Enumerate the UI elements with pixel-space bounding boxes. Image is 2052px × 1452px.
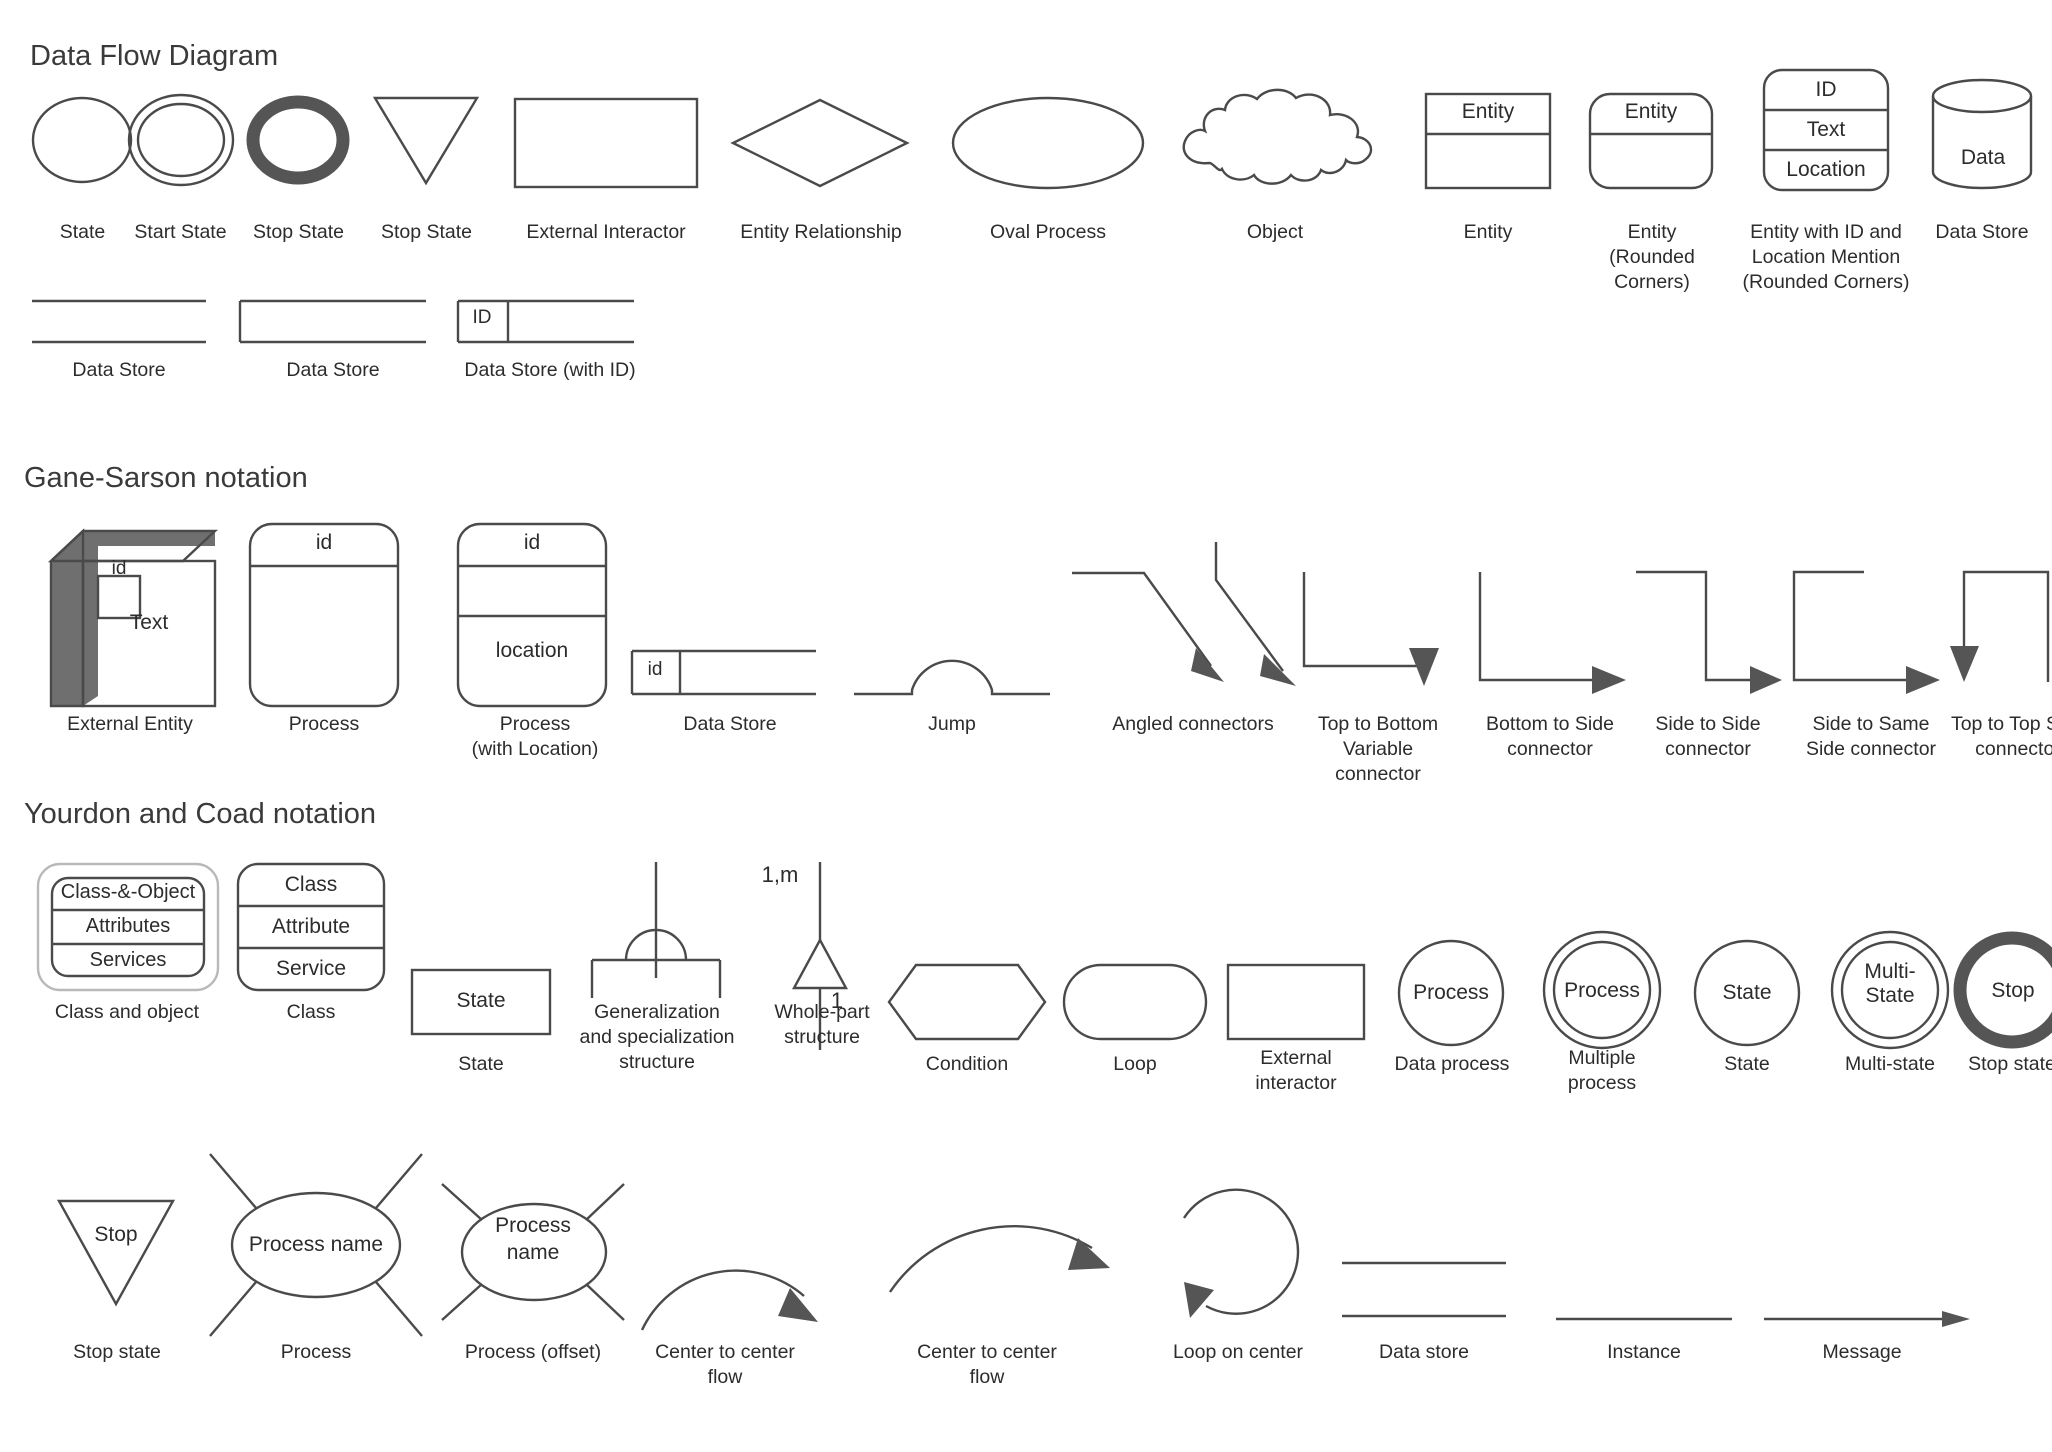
caption-oval-process: Oval Process [990,221,1106,243]
caption-bottom-to-side: Bottom to Side connector [1486,713,1614,760]
caption-angled-connectors: Angled connectors [1112,713,1274,735]
shape-stop-state-triangle [372,95,480,187]
caption-stop-state-thick: Stop State [252,221,345,243]
shape-entity-box [1424,92,1552,190]
caption-object: Object [1246,221,1304,243]
caption-instance: Instance [1607,1341,1681,1363]
caption-entity-relationship: Entity Relationship [740,221,902,243]
caption-data-store-with-id: Data Store (with ID) [464,359,636,381]
shape-gane-process-location [456,522,608,708]
shape-side-to-side [1632,570,1784,694]
caption-top-to-bottom-variable: Top to Bottom Variable connector [1317,713,1439,785]
caption-condition: Condition [925,1053,1009,1075]
shape-data-store-open-rect [238,298,428,346]
caption-whole-part: Whole-part structure [774,1001,870,1048]
shape-data-process-circle [1396,938,1506,1048]
shape-entity-box-rounded [1588,92,1714,190]
caption-data-store-lines: Data Store [72,359,166,381]
shape-object-cloud [1172,85,1382,190]
shape-jump [852,640,1052,698]
caption-class-and-object: Class and object [54,1001,200,1023]
caption-multi-state: Multi-state [1845,1053,1935,1075]
shape-process-star-offset [438,1180,628,1330]
caption-loop: Loop [1113,1053,1157,1075]
shape-class-and-object [36,862,220,992]
shape-cylinder-data-store [1930,78,2036,190]
shape-top-to-bottom-variable [1300,570,1450,690]
section-title-data-flow-diagram: Data Flow Diagram [30,40,279,72]
caption-process-offset: Process (offset) [464,1341,602,1363]
shape-angled-connectors [1068,540,1298,690]
shape-side-to-same-side [1790,570,1942,694]
shape-gane-data-store [630,648,818,698]
shape-stop-state-thick-ring [1950,930,2052,1052]
caption-gane-process-location: Process (with Location) [471,713,599,760]
shape-condition-hexagon [886,962,1048,1042]
shape-whole-part [778,860,858,1050]
caption-external-entity: External Entity [67,713,193,735]
shape-start-state-double-ellipse [126,92,236,188]
shape-top-to-top-side [1948,570,2052,690]
caption-side-to-side: Side to Side connector [1655,713,1761,760]
caption-entity-id-location: Entity with ID and Location Mention (Rou… [1742,221,1910,293]
shape-data-store-two-lines [30,298,208,346]
shape-stop-triangle [56,1198,176,1308]
shape-class-box [236,862,386,992]
caption-center-to-center-large: Center to center flow [917,1341,1057,1388]
caption-external-interactor: External Interactor [526,221,686,243]
caption-data-store-cylinder: Data Store [1935,221,2029,243]
shape-bottom-to-side [1476,570,1628,694]
section-title-yourdon-coad: Yourdon and Coad notation [24,798,377,830]
caption-state-rect: State [458,1053,504,1075]
shape-data-store-with-id [456,298,636,346]
caption-data-store-open-rect: Data Store [286,359,380,381]
shape-stop-state-thick-ellipse [244,92,352,188]
caption-yourdon-data-store: Data store [1379,1341,1469,1363]
shape-external-interactor-rect [513,97,699,189]
caption-yourdon-external-interactor: External interactor [1255,1047,1337,1094]
caption-stop-state-triangle: Stop State [380,221,473,243]
caption-gane-data-store: Data Store [683,713,777,735]
caption-entity: Entity [1463,221,1513,243]
shape-state-circle [1692,938,1802,1048]
caption-top-to-top-side: Top to Top Side connector [1950,713,2052,760]
shape-generalization [586,860,726,1000]
shape-gane-process [248,522,400,708]
caption-message: Message [1822,1341,1902,1363]
caption-generalization: Generalization and specialization struct… [579,1001,735,1073]
shape-state-ellipse [30,95,134,185]
section-title-gane-sarson: Gane-Sarson notation [24,462,308,494]
caption-entity-rounded: Entity (Rounded Corners) [1609,221,1695,293]
caption-stop-triangle: Stop state [73,1341,161,1363]
caption-multiple-process: Multiple process [1567,1047,1637,1094]
caption-data-process: Data process [1394,1053,1510,1075]
shape-state-rect [410,968,552,1036]
shape-entity-relationship-diamond [730,97,910,189]
shape-multiple-process-double-circle [1540,930,1664,1052]
shape-instance-line [1554,1316,1734,1324]
shape-multi-state-double-circle [1828,930,1952,1052]
caption-gane-process: Process [288,713,360,735]
caption-loop-on-center: Loop on center [1172,1341,1304,1363]
shape-external-entity-cube [47,528,219,708]
caption-side-to-same-side: Side to Same Side connector [1805,713,1937,760]
shape-process-star [196,1150,436,1340]
caption-process-star: Process [280,1341,352,1363]
shape-message-arrow [1762,1310,1972,1330]
shape-yourdon-data-store [1340,1260,1508,1318]
shape-arc-arrow-large [886,1160,1112,1293]
caption-class: Class [286,1001,336,1023]
shape-arc-arrow-small [638,1190,818,1331]
shape-oval-process [950,95,1146,191]
shape-loop-stadium [1062,962,1208,1042]
shape-loop-on-center [1162,1178,1302,1318]
caption-stop-state-ring: Stop state [1968,1053,2052,1075]
shape-entity-id-location [1762,68,1890,192]
caption-jump: Jump [928,713,976,735]
caption-center-to-center-small: Center to center flow [655,1341,795,1388]
shape-yourdon-external-interactor [1226,962,1366,1042]
caption-state-circle: State [1724,1053,1770,1075]
